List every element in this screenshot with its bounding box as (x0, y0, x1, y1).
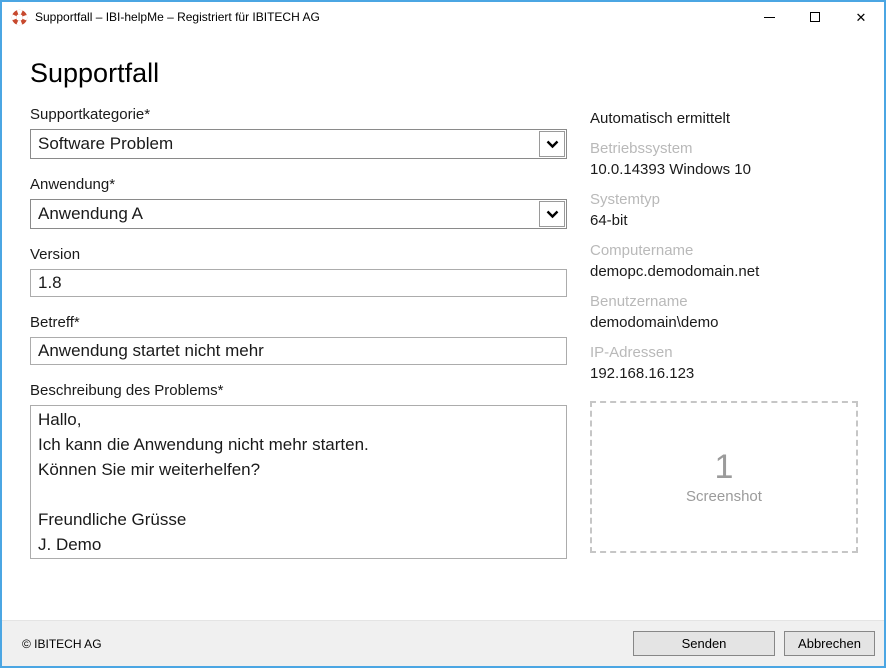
version-input[interactable] (30, 269, 567, 297)
footer-bar: © IBITECH AG Senden Abbrechen (2, 620, 884, 666)
systemtyp-value: 64-bit (590, 212, 865, 229)
computername-value: demopc.demodomain.net (590, 263, 865, 280)
supportkategorie-value: Software Problem (31, 130, 538, 158)
chevron-down-icon (546, 140, 559, 149)
lifebuoy-icon (11, 9, 28, 26)
systemtyp-label: Systemtyp (590, 191, 865, 208)
abbrechen-button[interactable]: Abbrechen (784, 631, 875, 656)
close-button[interactable]: ✕ (838, 2, 884, 32)
supportkategorie-dropdown[interactable]: Software Problem (30, 129, 567, 159)
ip-adressen-value: 192.168.16.123 (590, 365, 865, 382)
window-title: Supportfall – IBI-helpMe – Registriert f… (35, 10, 320, 24)
version-label: Version (30, 246, 567, 263)
supportkategorie-label: Supportkategorie* (30, 106, 567, 123)
supportkategorie-dropdown-button[interactable] (539, 131, 565, 157)
titlebar: Supportfall – IBI-helpMe – Registriert f… (2, 2, 884, 32)
anwendung-label: Anwendung* (30, 176, 567, 193)
minimize-button[interactable] (746, 2, 792, 32)
app-window: { "window": { "title": "Supportfall – IB… (0, 0, 886, 668)
sysinfo-panel: Automatisch ermittelt Betriebssystem 10.… (590, 89, 865, 553)
sysinfo-title: Automatisch ermittelt (590, 110, 865, 127)
betriebssystem-value: 10.0.14393 Windows 10 (590, 161, 865, 178)
chevron-down-icon (546, 210, 559, 219)
betriebssystem-label: Betriebssystem (590, 140, 865, 157)
betreff-input[interactable] (30, 337, 567, 365)
screenshot-dropzone[interactable]: 1 Screenshot (590, 401, 858, 553)
anwendung-dropdown[interactable]: Anwendung A (30, 199, 567, 229)
window-controls: ✕ (746, 2, 884, 32)
copyright-text: © IBITECH AG (22, 637, 102, 651)
maximize-button[interactable] (792, 2, 838, 32)
benutzername-value: demodomain\demo (590, 314, 865, 331)
support-form: Supportkategorie* Software Problem Anwen… (30, 89, 567, 564)
benutzername-label: Benutzername (590, 293, 865, 310)
minimize-icon (764, 17, 775, 18)
screenshot-count: 1 (715, 449, 734, 486)
anwendung-value: Anwendung A (31, 200, 538, 228)
close-icon: ✕ (856, 11, 867, 24)
main-content: Supportfall Supportkategorie* Software P… (2, 58, 884, 564)
beschreibung-textarea[interactable]: Hallo, Ich kann die Anwendung nicht mehr… (30, 405, 567, 559)
ip-adressen-label: IP-Adressen (590, 344, 865, 361)
anwendung-dropdown-button[interactable] (539, 201, 565, 227)
senden-button[interactable]: Senden (633, 631, 775, 656)
betreff-label: Betreff* (30, 314, 567, 331)
page-title: Supportfall (30, 58, 884, 89)
screenshot-label: Screenshot (686, 488, 762, 505)
computername-label: Computername (590, 242, 865, 259)
beschreibung-label: Beschreibung des Problems* (30, 382, 567, 399)
maximize-icon (810, 12, 820, 22)
